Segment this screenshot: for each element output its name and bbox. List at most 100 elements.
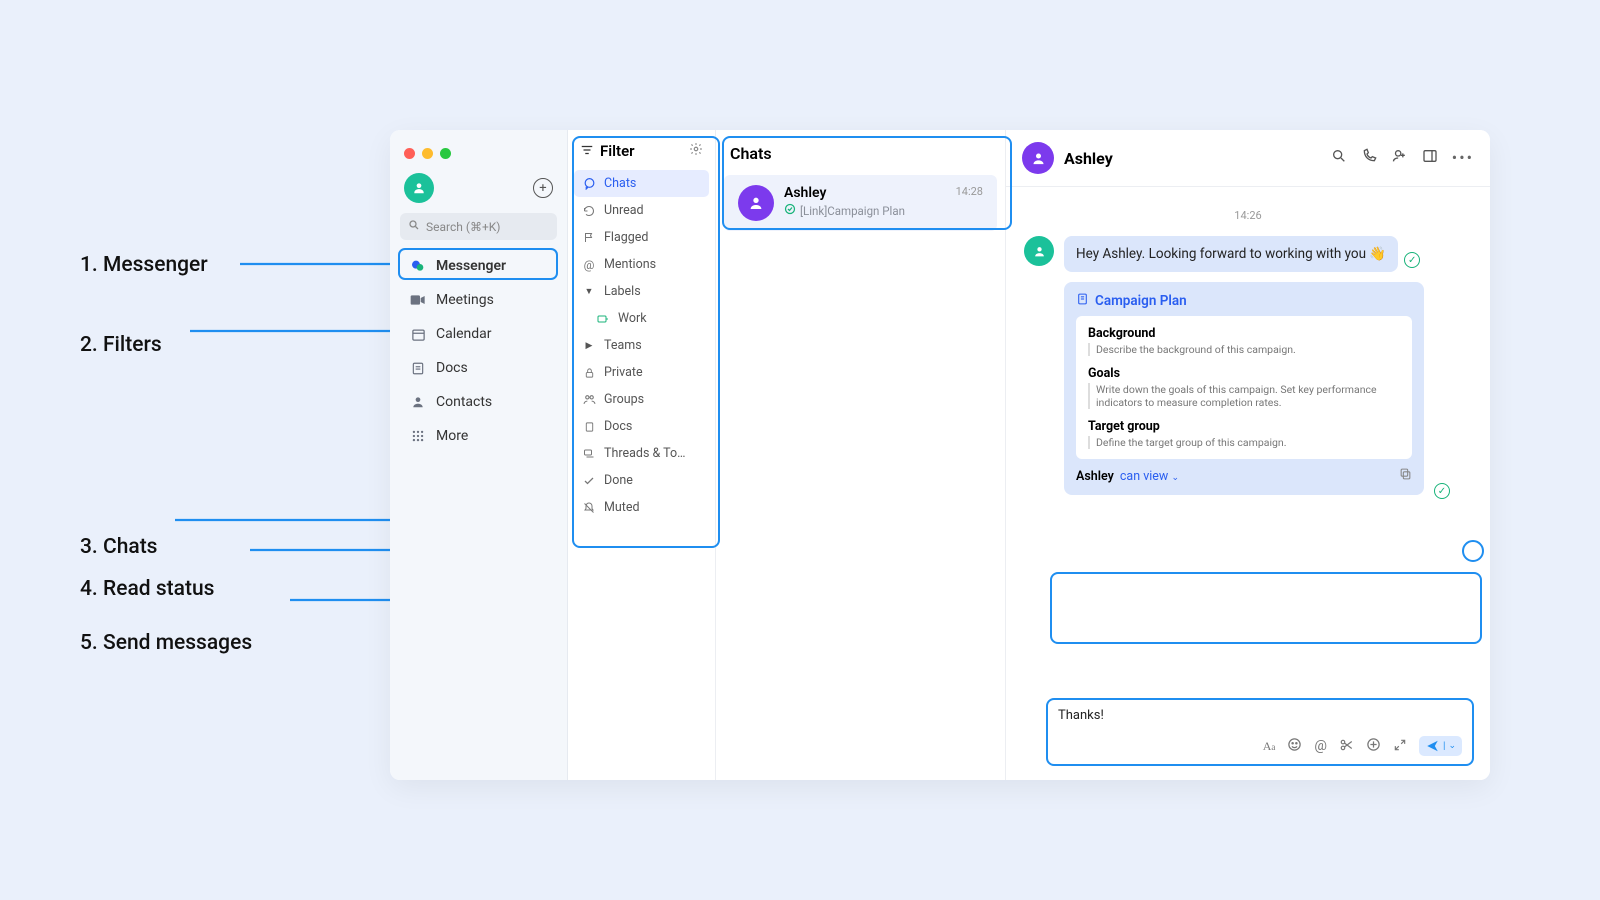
expand-icon[interactable] [1393, 737, 1407, 756]
conversation-timestamp: 14:26 [1024, 209, 1472, 222]
sidebar-toggle-icon[interactable] [1422, 148, 1438, 168]
doc-icon [582, 420, 596, 434]
chatlist-panel: Chats Ashley [Link]Campaign Plan 14:28 [716, 130, 1006, 780]
filter-work[interactable]: Work [574, 305, 709, 332]
thread-icon [582, 447, 596, 461]
filter-muted[interactable]: Muted [574, 494, 709, 521]
add-user-icon[interactable] [1391, 148, 1408, 168]
doc-title-text: Campaign Plan [1095, 293, 1187, 309]
nav-contacts[interactable]: Contacts [398, 386, 559, 418]
chatlist-name: Ashley [784, 185, 946, 201]
filter-label-groups: Groups [604, 392, 644, 407]
nav-meetings[interactable]: Meetings [398, 284, 559, 316]
max-dot[interactable] [440, 148, 451, 159]
scissors-icon[interactable] [1339, 737, 1354, 756]
chatlist-time: 14:28 [956, 185, 983, 198]
copy-icon[interactable] [1399, 467, 1412, 485]
filter-private[interactable]: Private [574, 359, 709, 386]
doc-preview: BackgroundDescribe the background of thi… [1076, 316, 1412, 459]
min-dot[interactable] [422, 148, 433, 159]
close-dot[interactable] [404, 148, 415, 159]
chatlist-title: Chats [716, 130, 1005, 171]
message-bubble-1: Hey Ashley. Looking forward to working w… [1064, 236, 1398, 272]
filter-labels[interactable]: ▼Labels [574, 278, 709, 305]
nav-label-docs: Docs [436, 360, 468, 376]
nav-docs[interactable]: Docs [398, 352, 559, 384]
search-conv-icon[interactable] [1331, 148, 1347, 168]
filter-label-work: Work [618, 311, 647, 326]
filter-unread[interactable]: Unread [574, 197, 709, 224]
chatlist-item-ashley[interactable]: Ashley [Link]Campaign Plan 14:28 [724, 175, 997, 231]
calendar-icon [410, 326, 426, 342]
doc-permission[interactable]: can view ⌄ [1120, 469, 1179, 484]
filter-label-flagged: Flagged [604, 230, 648, 245]
send-dropdown-icon[interactable]: ⌄ [1448, 741, 1456, 751]
callout-5: 5. Send messages [80, 631, 252, 655]
filter-label-docs: Docs [604, 419, 632, 434]
conversation-name: Ashley [1064, 149, 1113, 168]
lock-icon [582, 366, 596, 380]
chevron-down-icon: ⌄ [1171, 473, 1179, 483]
more-icon[interactable]: ••• [1452, 148, 1474, 168]
filter-groups[interactable]: Groups [574, 386, 709, 413]
doc-sec3-h: Target group [1088, 419, 1400, 434]
nav-messenger[interactable]: Messenger [398, 250, 559, 282]
doc-sec1-p: Describe the background of this campaign… [1088, 343, 1400, 356]
message-composer[interactable]: Thanks! Aa @ | ⌄ [1046, 698, 1474, 766]
filter-label-teams: Teams [604, 338, 642, 353]
doc-sec2-h: Goals [1088, 366, 1400, 381]
message-text-1: Hey Ashley. Looking forward to working w… [1076, 246, 1386, 262]
grid-icon [410, 428, 426, 444]
send-button[interactable]: | ⌄ [1419, 736, 1462, 756]
format-icon[interactable]: Aa [1263, 739, 1276, 754]
filter-teams[interactable]: ▶ Teams [574, 332, 709, 359]
mention-icon[interactable]: @ [1314, 738, 1327, 754]
emoji-icon[interactable] [1287, 737, 1302, 756]
nav-more[interactable]: More [398, 420, 559, 452]
doc-sec3-p: Define the target group of this campaign… [1088, 436, 1400, 449]
callout-1: 1. Messenger [80, 253, 208, 277]
people-icon [582, 393, 596, 407]
nav-calendar[interactable]: Calendar [398, 318, 559, 350]
filter-label-done: Done [604, 473, 633, 488]
filter-label-chats: Chats [604, 176, 636, 191]
doc-owner: Ashley [1076, 469, 1114, 484]
read-check-icon [784, 203, 796, 218]
call-icon[interactable] [1361, 148, 1377, 168]
app-window: + Search (⌘+K) Messenger Meetings Calend… [390, 130, 1490, 780]
nav-label-messenger: Messenger [436, 258, 506, 274]
search-icon [408, 219, 420, 234]
composer-input[interactable]: Thanks! [1058, 708, 1462, 730]
window-controls [390, 140, 567, 169]
filter-label-private: Private [604, 365, 643, 380]
new-chat-button[interactable]: + [533, 178, 553, 198]
filter-mentions[interactable]: @Mentions [574, 251, 709, 278]
filter-flagged[interactable]: Flagged [574, 224, 709, 251]
caret-right-icon: ▶ [582, 339, 596, 353]
caret-down-icon: ▼ [582, 285, 596, 299]
filter-chats[interactable]: Chats [574, 170, 709, 197]
doc-card[interactable]: Campaign Plan BackgroundDescribe the bac… [1064, 282, 1424, 495]
nav-label-meetings: Meetings [436, 292, 494, 308]
check-icon [582, 474, 596, 488]
filter-docs[interactable]: Docs [574, 413, 709, 440]
flag-icon [582, 231, 596, 245]
avatar-me[interactable] [404, 173, 434, 203]
search-input[interactable]: Search (⌘+K) [400, 213, 557, 240]
doc-sec2-p: Write down the goals of this campaign. S… [1088, 383, 1400, 409]
callout-4: 4. Read status [80, 577, 214, 601]
filter-label-unread: Unread [604, 203, 644, 218]
bell-off-icon [582, 501, 596, 515]
filter-threads[interactable]: Threads & To… [574, 440, 709, 467]
filter-label-mentions: Mentions [604, 257, 656, 272]
filter-done[interactable]: Done [574, 467, 709, 494]
filter-label-threads: Threads & To… [604, 446, 685, 461]
add-attachment-icon[interactable] [1366, 737, 1381, 756]
read-status-icon: ✓ [1404, 252, 1420, 268]
refresh-icon [582, 204, 596, 218]
gear-icon[interactable] [689, 142, 703, 160]
chatlist-snippet: [Link]Campaign Plan [800, 204, 905, 218]
chat-bubble-icon [582, 177, 596, 191]
nav-label-contacts: Contacts [436, 394, 492, 410]
sidebar: + Search (⌘+K) Messenger Meetings Calend… [390, 130, 568, 780]
